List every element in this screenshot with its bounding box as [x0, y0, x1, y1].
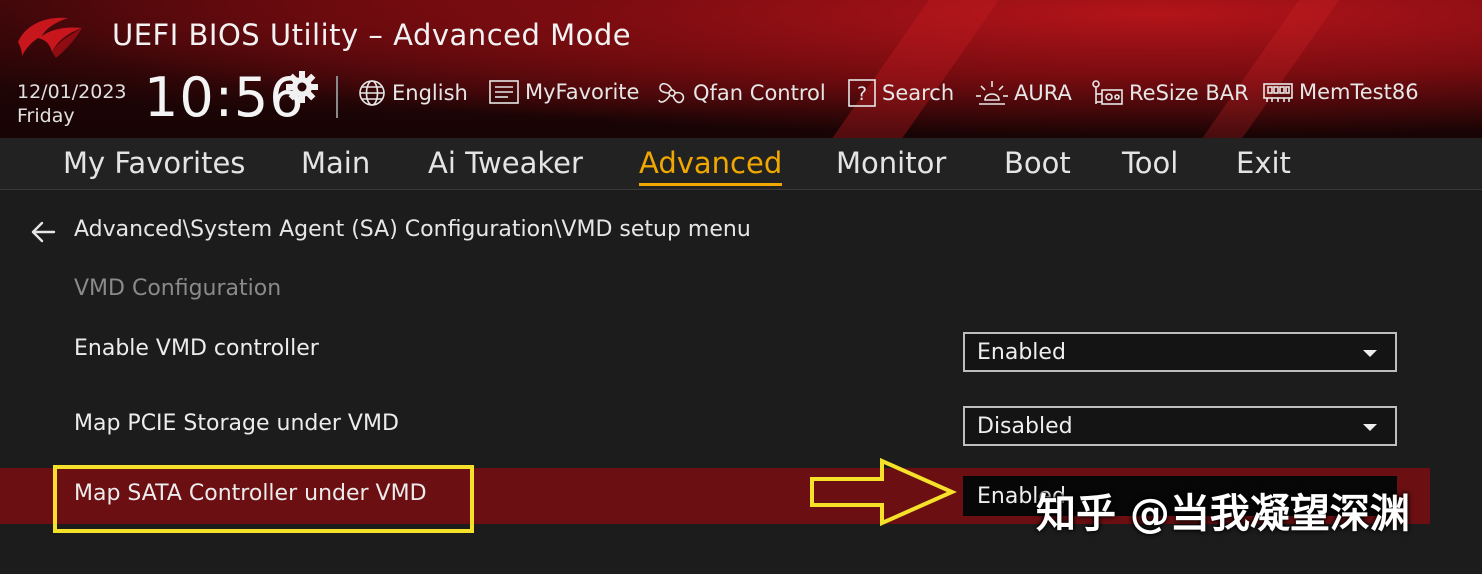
toolbar-label: MyFavorite	[525, 80, 640, 104]
app-title: UEFI BIOS Utility – Advanced Mode	[112, 18, 632, 52]
header-divider	[336, 76, 338, 118]
back-arrow-icon[interactable]	[30, 221, 56, 243]
toolbar-search[interactable]: ? Search	[847, 78, 954, 108]
header-decoration	[1193, 0, 1347, 138]
toolbar-resize-bar[interactable]: ReSize BAR	[1090, 78, 1249, 108]
tab-main[interactable]: Main	[301, 146, 370, 180]
tab-advanced[interactable]: Advanced	[639, 146, 783, 186]
toolbar-label: ReSize BAR	[1129, 81, 1249, 105]
dropdown-value: Disabled	[977, 414, 1073, 439]
date-text: 12/01/2023	[17, 81, 127, 103]
resize-bar-icon	[1092, 80, 1123, 105]
tab-exit[interactable]: Exit	[1236, 146, 1291, 180]
watermark-text: 知乎 @当我凝望深渊	[1036, 491, 1410, 537]
dropdown-value: Enabled	[977, 340, 1066, 365]
tab-ai-tweaker[interactable]: Ai Tweaker	[428, 146, 583, 180]
toolbar-label: AURA	[1014, 81, 1072, 105]
header-bar: UEFI BIOS Utility – Advanced Mode 12/01/…	[0, 0, 1482, 138]
toolbar-label: English	[392, 81, 468, 105]
chevron-down-icon	[1363, 424, 1377, 431]
settings-panel: Advanced\System Agent (SA) Configuration…	[0, 191, 1482, 574]
setting-label-map-sata: Map SATA Controller under VMD	[74, 481, 427, 506]
aura-light-icon	[976, 81, 1008, 105]
toolbar-label: MemTest86	[1299, 80, 1419, 104]
globe-icon	[359, 80, 385, 106]
date-display: 12/01/2023 Friday	[17, 80, 127, 128]
clock-display: 10:56	[144, 66, 305, 129]
tab-boot[interactable]: Boot	[1004, 146, 1071, 180]
chevron-down-icon	[1363, 350, 1377, 357]
gear-icon[interactable]	[285, 70, 319, 104]
header-decoration	[823, 0, 1007, 138]
toolbar-label: Search	[882, 81, 955, 105]
svg-text:?: ?	[857, 83, 867, 105]
fan-icon	[658, 82, 685, 104]
main-menu-bar: My Favorites Main Ai Tweaker Advanced Mo…	[0, 138, 1482, 190]
tab-my-favorites[interactable]: My Favorites	[63, 146, 245, 180]
toolbar-qfan-control[interactable]: Qfan Control	[656, 78, 826, 108]
map-pcie-storage-dropdown[interactable]: Disabled	[963, 406, 1397, 446]
day-text: Friday	[17, 105, 75, 127]
tab-tool[interactable]: Tool	[1122, 146, 1178, 180]
search-help-icon: ?	[848, 79, 876, 107]
breadcrumb: Advanced\System Agent (SA) Configuration…	[74, 217, 751, 242]
memory-module-icon	[1263, 83, 1293, 102]
toolbar-aura[interactable]: AURA	[975, 78, 1072, 108]
favorite-list-icon	[489, 80, 519, 104]
toolbar-myfavorite[interactable]: MyFavorite	[488, 78, 639, 106]
tab-monitor[interactable]: Monitor	[836, 146, 946, 180]
rog-logo-icon	[18, 17, 82, 58]
toolbar-memtest86[interactable]: MemTest86	[1262, 78, 1419, 106]
section-heading: VMD Configuration	[74, 276, 282, 301]
setting-label-enable-vmd: Enable VMD controller	[74, 336, 319, 361]
enable-vmd-dropdown[interactable]: Enabled	[963, 332, 1397, 372]
toolbar-language[interactable]: English	[357, 78, 468, 108]
toolbar-label: Qfan Control	[693, 81, 826, 105]
setting-label-map-pcie: Map PCIE Storage under VMD	[74, 411, 399, 436]
